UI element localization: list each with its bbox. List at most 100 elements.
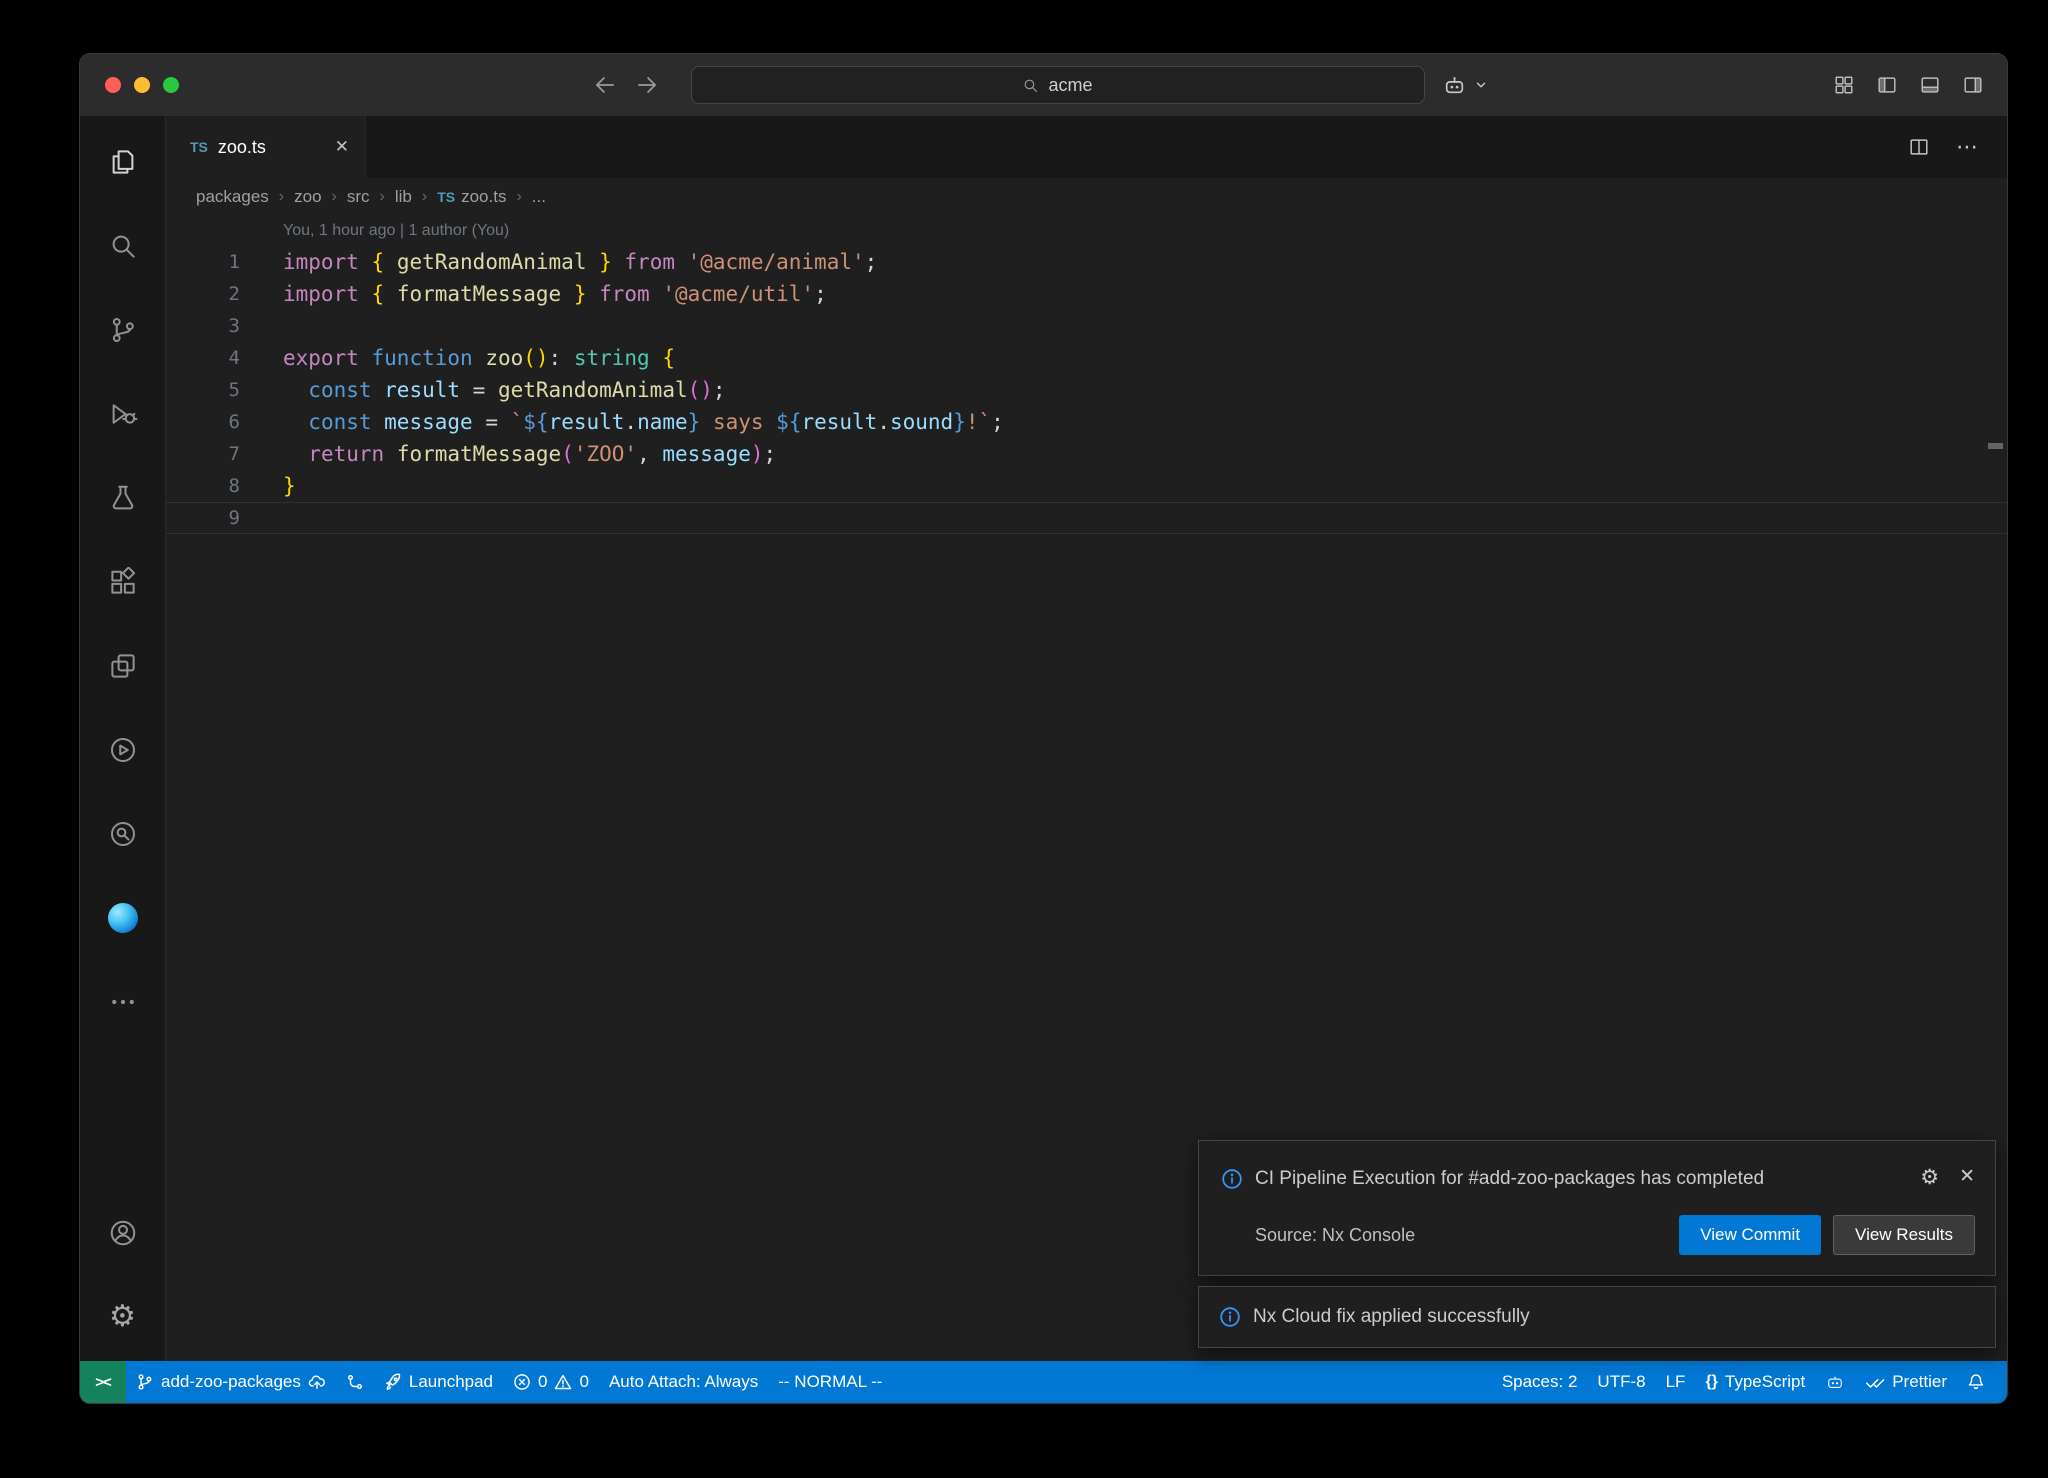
nx-console-icon[interactable]: [80, 708, 165, 792]
code-line[interactable]: 6 const message = `${result.name} says $…: [166, 406, 2007, 438]
toggle-panel-icon[interactable]: [1919, 74, 1941, 96]
remote-explorer-icon[interactable]: [80, 624, 165, 708]
breadcrumb-separator-icon: ›: [422, 188, 427, 206]
code-line[interactable]: 3: [166, 310, 2007, 342]
encoding-item[interactable]: UTF-8: [1587, 1361, 1655, 1403]
extensions-icon[interactable]: [80, 540, 165, 624]
explorer-icon[interactable]: [80, 120, 165, 204]
copilot-status-item[interactable]: [1815, 1361, 1855, 1403]
line-content: const message = `${result.name} says ${r…: [240, 406, 1004, 438]
line-number[interactable]: 8: [166, 470, 240, 502]
edge-devtools-icon[interactable]: [80, 876, 165, 960]
view-results-button[interactable]: View Results: [1833, 1215, 1975, 1255]
line-content: }: [240, 470, 296, 502]
testing-icon[interactable]: [80, 456, 165, 540]
line-number[interactable]: 5: [166, 374, 240, 406]
breadcrumb-item[interactable]: packages: [196, 187, 269, 207]
customize-layout-icon[interactable]: [1833, 74, 1855, 96]
breadcrumb-separator-icon: ›: [332, 188, 337, 206]
problems-item[interactable]: 0 0: [503, 1361, 599, 1403]
auto-attach-item[interactable]: Auto Attach: Always: [599, 1361, 768, 1403]
overview-ruler-marker: [1988, 443, 2003, 449]
line-content: return formatMessage('ZOO', message);: [240, 438, 776, 470]
activity-bar: ⚙: [80, 116, 166, 1361]
code-line[interactable]: 1import { getRandomAnimal } from '@acme/…: [166, 246, 2007, 278]
branch-item[interactable]: add-zoo-packages: [126, 1361, 336, 1403]
close-window-button[interactable]: [105, 77, 121, 93]
vim-mode-item[interactable]: -- NORMAL --: [768, 1361, 892, 1403]
toggle-primary-sidebar-icon[interactable]: [1876, 74, 1898, 96]
notification-close-icon[interactable]: ✕: [1959, 1167, 1975, 1186]
breadcrumb-label: ...: [532, 187, 546, 207]
language-mode-item[interactable]: {} TypeScript: [1695, 1361, 1815, 1403]
additional-views-icon[interactable]: [80, 960, 165, 1044]
tab-close-icon[interactable]: ✕: [335, 137, 349, 157]
search-icon: [1022, 77, 1039, 94]
zoom-window-button[interactable]: [163, 77, 179, 93]
line-number[interactable]: 6: [166, 406, 240, 438]
line-number[interactable]: 9: [166, 502, 240, 534]
chevron-down-icon: [1474, 78, 1488, 92]
code-line[interactable]: 8}: [166, 470, 2007, 502]
publish-changes-icon: [308, 1373, 326, 1391]
navigate-back-icon[interactable]: [592, 72, 618, 98]
breadcrumb-item[interactable]: lib: [395, 187, 412, 207]
line-number[interactable]: 1: [166, 246, 240, 278]
minimize-window-button[interactable]: [134, 77, 150, 93]
notifications-bell-item[interactable]: [1957, 1361, 1995, 1403]
indentation-item[interactable]: Spaces: 2: [1492, 1361, 1588, 1403]
errors-icon: [513, 1373, 531, 1391]
git-graph-item[interactable]: [336, 1361, 374, 1403]
remote-indicator[interactable]: ><: [80, 1361, 126, 1403]
toggle-secondary-sidebar-icon[interactable]: [1962, 74, 1984, 96]
typescript-file-icon: TS: [437, 189, 455, 205]
code-line[interactable]: 7 return formatMessage('ZOO', message);: [166, 438, 2007, 470]
code-line[interactable]: 2import { formatMessage } from '@acme/ut…: [166, 278, 2007, 310]
error-count: 0: [538, 1372, 547, 1392]
line-content: import { getRandomAnimal } from '@acme/a…: [240, 246, 877, 278]
line-number[interactable]: 4: [166, 342, 240, 374]
formatter-item[interactable]: Prettier: [1855, 1361, 1957, 1403]
notification-settings-gear-icon[interactable]: ⚙: [1920, 1167, 1939, 1188]
accounts-icon[interactable]: [80, 1191, 165, 1275]
breadcrumb-item[interactable]: zoo: [294, 187, 321, 207]
git-branch-icon: [136, 1373, 154, 1391]
code-lines: 1import { getRandomAnimal } from '@acme/…: [166, 246, 2007, 534]
line-content: import { formatMessage } from '@acme/uti…: [240, 278, 827, 310]
code-line[interactable]: 5 const result = getRandomAnimal();: [166, 374, 2007, 406]
copilot-menu-button[interactable]: [1442, 54, 1488, 116]
git-blame-annotation[interactable]: You, 1 hour ago | 1 author (You): [166, 216, 2007, 246]
vscode-window: acme: [80, 54, 2007, 1403]
breadcrumb-item[interactable]: ...: [532, 187, 546, 207]
breadcrumb-label: src: [347, 187, 370, 207]
settings-gear-icon[interactable]: ⚙: [80, 1275, 165, 1359]
search-sidebar-icon[interactable]: [80, 204, 165, 288]
notification-message: Nx Cloud fix applied successfully: [1253, 1305, 1530, 1329]
tab-zoo-ts[interactable]: TS zoo.ts ✕: [166, 116, 366, 178]
breadcrumb-item[interactable]: TSzoo.ts: [437, 187, 506, 207]
copilot-icon: [1825, 1372, 1845, 1392]
launchpad-item[interactable]: Launchpad: [374, 1361, 503, 1403]
remote-icon: ><: [95, 1374, 111, 1391]
breadcrumb-separator-icon: ›: [380, 188, 385, 206]
line-number[interactable]: 7: [166, 438, 240, 470]
navigate-forward-icon[interactable]: [634, 72, 660, 98]
breadcrumb: packages›zoo›src›lib›TSzoo.ts›...: [166, 178, 2007, 216]
editor-more-actions-icon[interactable]: ⋯: [1956, 134, 1979, 160]
notification-source: Source: Nx Console: [1255, 1225, 1415, 1246]
line-number[interactable]: 2: [166, 278, 240, 310]
breadcrumb-item[interactable]: src: [347, 187, 370, 207]
run-debug-icon[interactable]: [80, 372, 165, 456]
project-graph-icon[interactable]: [80, 792, 165, 876]
eol-item[interactable]: LF: [1656, 1361, 1696, 1403]
breadcrumb-label: packages: [196, 187, 269, 207]
code-line[interactable]: 4export function zoo(): string {: [166, 342, 2007, 374]
line-number[interactable]: 3: [166, 310, 240, 342]
search-query-text: acme: [1048, 75, 1092, 96]
split-editor-icon[interactable]: [1908, 136, 1930, 158]
code-line[interactable]: 9: [166, 502, 2007, 534]
view-commit-button[interactable]: View Commit: [1679, 1215, 1821, 1255]
command-center-search[interactable]: acme: [691, 66, 1425, 104]
bell-icon: [1967, 1373, 1985, 1391]
source-control-icon[interactable]: [80, 288, 165, 372]
